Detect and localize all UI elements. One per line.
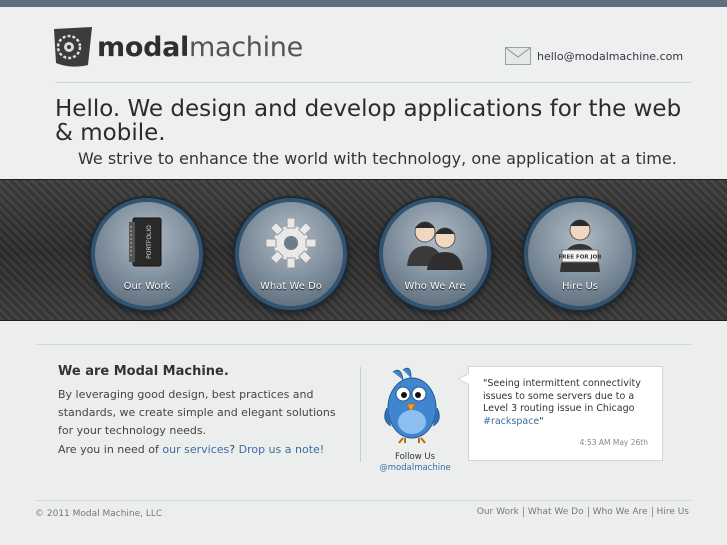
logo-light-text: machine [189,32,303,63]
people-icon [407,221,463,270]
tweet-text: "Seeing intermittent connectivity issues… [483,378,653,428]
email-address: hello@modalmachine.com [537,49,684,63]
tweet-timestamp[interactable]: 4:53 AM May 26th [580,438,648,447]
feature-label: Who We Are [404,281,466,292]
tweet-body: "Seeing intermittent connectivity issues… [483,378,641,414]
drop-us-a-note-link[interactable]: Drop us a note! [239,443,325,456]
top-bar [0,0,727,7]
header-divider [55,82,691,83]
feature-hire-us[interactable]: FREE FOR JOB Hire Us [524,198,636,310]
footer-link-hire-us[interactable]: Hire Us [651,507,689,517]
feature-label: Hire Us [561,281,599,292]
email-link[interactable]: hello@modalmachine.com [505,47,683,65]
feature-label: Our Work [123,281,171,292]
vertical-divider [360,367,361,462]
copyright: © 2011 Modal Machine, LLC [35,509,163,519]
logo-bold-text: modal [97,32,189,63]
hero-title: Hello. We design and develop application… [55,96,682,146]
footer-link-our-work[interactable]: Our Work [477,507,523,517]
footer-link-what-we-do[interactable]: What We Do [522,507,588,517]
tweet-bubble: "Seeing intermittent connectivity issues… [457,366,663,461]
tweet-close-quote: " [539,415,544,427]
hashtag-link[interactable]: #rackspace [483,416,539,427]
about-title: We are Modal Machine. [58,364,229,379]
question-prefix: Are you in need of [58,443,163,456]
about-text: By leveraging good design, best practice… [58,388,336,437]
content-divider [36,344,691,345]
person-sign-icon: FREE FOR JOB [559,219,602,272]
portfolio-binder-icon: PORTFOLIO [129,217,162,267]
feature-our-work[interactable]: PORTFOLIO Our Work [91,198,203,310]
twitter-handle-link[interactable]: @modalmachine [372,463,458,474]
footer-link-who-we-are[interactable]: Who We Are [587,507,652,517]
footer-nav: Our Work What We Do Who We Are Hire Us [477,507,689,517]
question-mid: ? [229,443,239,456]
hire-sign-text: FREE FOR JOB [559,255,602,261]
logo-gear-icon[interactable] [50,25,96,69]
twitter-bird-icon[interactable] [381,364,443,444]
feature-who-we-are[interactable]: Who We Are [379,198,491,310]
follow-us[interactable]: Follow Us @modalmachine [372,452,458,474]
about-question: Are you in need of our services? Drop us… [58,443,324,456]
gear-icon [265,217,317,269]
hero-tagline: We strive to enhance the world with tech… [78,149,677,168]
follow-label: Follow Us [394,452,435,462]
portfolio-badge-text: PORTFOLIO [146,225,153,259]
feature-label: What We Do [260,281,322,292]
footer-divider [36,500,691,501]
feature-what-we-do[interactable]: What We Do [235,198,347,310]
feature-band: PORTFOLIO Our Work What We Do Who We Are… [0,179,727,321]
header: modalmachine hello@modalmachine.com Hell… [0,7,727,179]
site-logo-text[interactable]: modalmachine [97,33,303,63]
our-services-link[interactable]: our services [162,443,229,456]
envelope-icon [505,47,531,65]
